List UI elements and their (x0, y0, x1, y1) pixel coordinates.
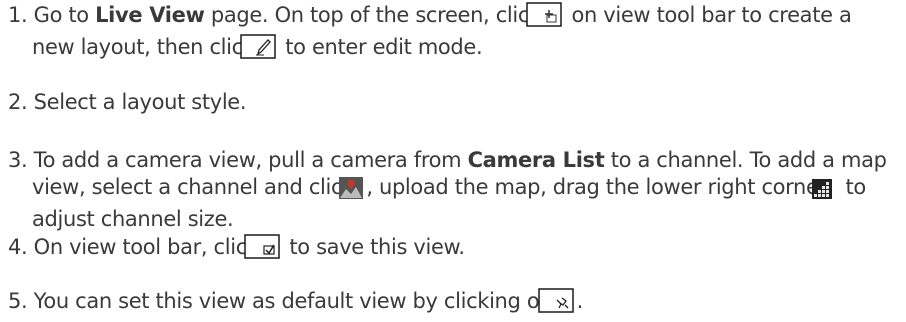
step-1-text: page. On top of the screen, click (204, 3, 548, 27)
edit-mode-icon[interactable] (240, 34, 276, 66)
step-5-text: You can set this view as default view by… (33, 289, 559, 313)
step-5-text: . (576, 289, 584, 313)
step-4-text: to save this view. (283, 235, 465, 259)
live-view-label: Live View (95, 3, 205, 27)
step-5: 5. You can set this view as default view… (8, 288, 898, 320)
step-4: 4. On view tool bar, click to save this … (8, 234, 898, 266)
step-5-number: 5. (8, 289, 28, 313)
camera-list-label: Camera List (467, 148, 605, 172)
step-3-number: 3. (8, 148, 28, 172)
step-2-text: Select a layout style. (33, 90, 247, 114)
instruction-document: 1. Go to Live View page. On top of the s… (0, 0, 906, 322)
step-1: 1. Go to Live View page. On top of the s… (8, 2, 898, 66)
step-4-number: 4. (8, 235, 28, 259)
set-default-view-icon[interactable] (537, 288, 574, 320)
step-3: 3. To add a camera view, pull a camera f… (8, 147, 898, 233)
save-view-icon[interactable] (244, 234, 280, 266)
step-4-text: On view tool bar, click (33, 235, 266, 259)
step-1-number: 1. (8, 3, 28, 27)
new-layout-icon[interactable] (526, 2, 562, 34)
step-2-number: 2. (8, 90, 28, 114)
step-2: 2. Select a layout style. (8, 89, 898, 116)
step-3-text: To add a camera view, pull a camera from (33, 148, 468, 172)
step-1-text: to enter edit mode. (278, 35, 483, 59)
step-3-text: , upload the map, drag the lower right c… (366, 175, 834, 199)
step-1-text: Go to (33, 3, 96, 27)
